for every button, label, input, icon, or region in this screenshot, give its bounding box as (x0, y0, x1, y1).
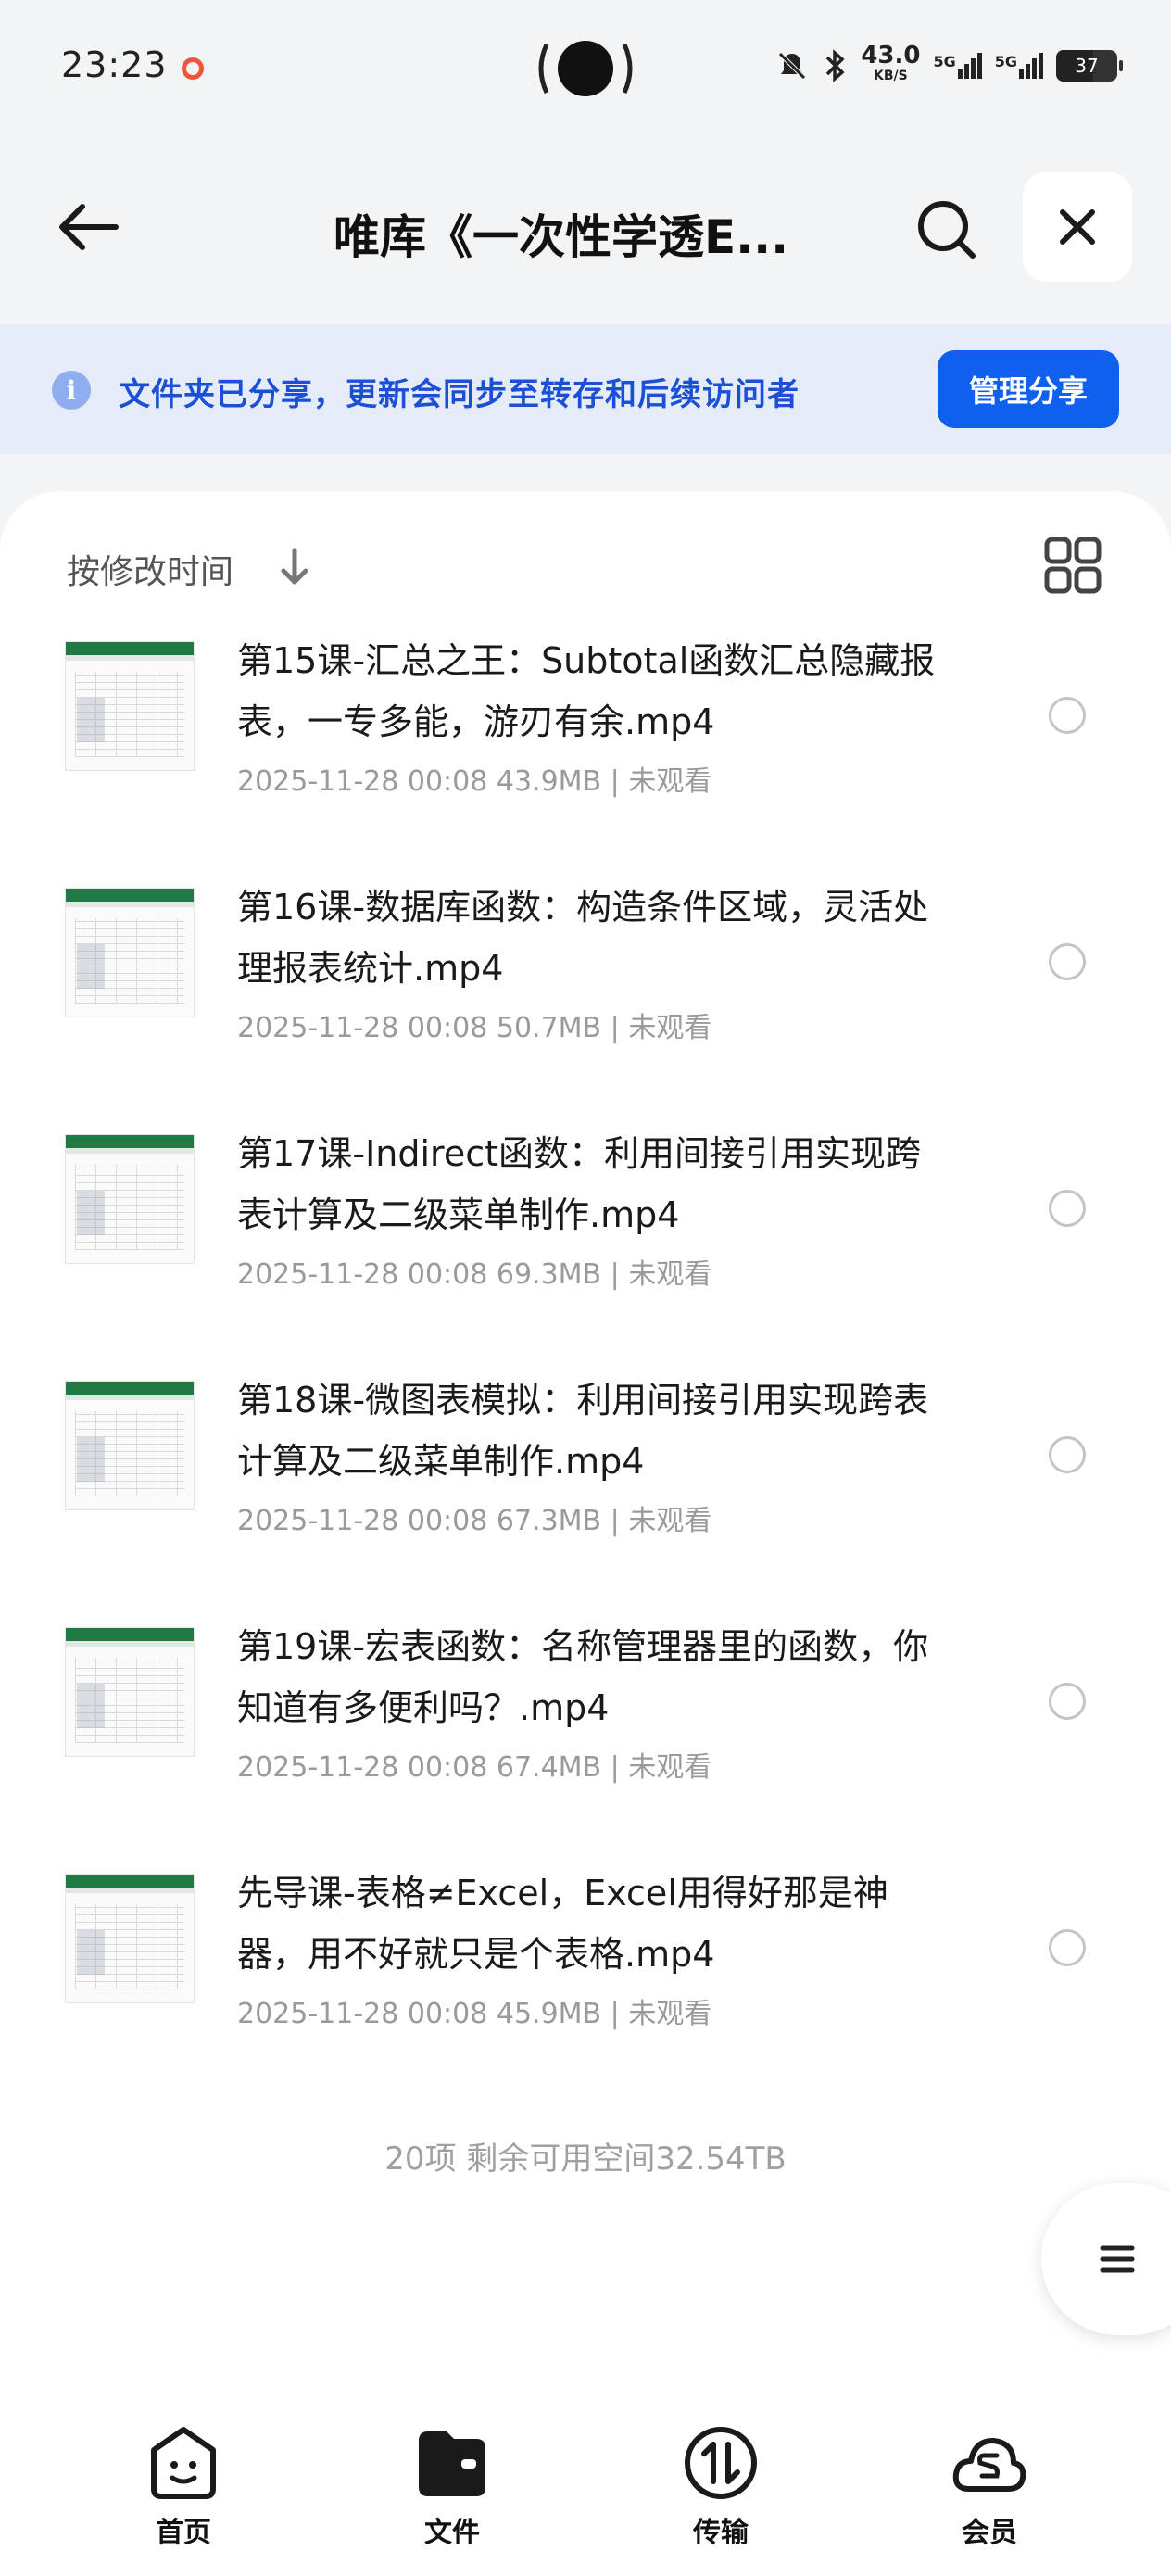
screen-record-icon (182, 57, 204, 80)
search-button[interactable] (908, 191, 986, 269)
video-thumbnail (65, 1874, 195, 2003)
file-item-6[interactable]: 先导课-表格≠Excel，Excel用得好那是神器，用不好就只是个表格.mp4 … (0, 1853, 1171, 2066)
file-name: 先导课-表格≠Excel，Excel用得好那是神器，用不好就只是个表格.mp4 (237, 1873, 888, 1975)
home-face-icon (151, 2427, 216, 2499)
speed-value: 43.0 (861, 42, 921, 69)
folder-icon (419, 2431, 485, 2496)
file-item-2[interactable]: 第16课-数据库函数：构造条件区域，灵活处理报表统计.mp4 2025-11-2… (0, 867, 1171, 1080)
select-radio[interactable] (1049, 1683, 1086, 1720)
nav-label: 文件 (424, 2517, 480, 2549)
close-icon (1060, 209, 1095, 245)
signal2-label: 5G (994, 53, 1017, 70)
status-time: 23:23 (61, 44, 168, 85)
video-thumbnail (65, 888, 195, 1017)
arrow-down-icon[interactable] (276, 545, 313, 589)
file-meta: 2025-11-28 00:08 67.3MB | 未观看 (237, 1505, 712, 1537)
select-radio[interactable] (1049, 1436, 1086, 1473)
vip-cloud-icon (952, 2438, 1026, 2492)
nav-item-vip[interactable]: 会员 (915, 2424, 1064, 2554)
close-button[interactable] (1023, 172, 1132, 282)
grid-view-icon[interactable] (1043, 536, 1102, 595)
mute-bell-icon (778, 52, 807, 80)
file-panel: 按修改时间 第15课-汇总之王：Subtotal函数汇总隐藏报表，一专多能，游刃… (0, 491, 1171, 2400)
signal-5g-2-icon: 5G (995, 53, 1043, 79)
video-thumbnail (65, 1381, 195, 1510)
file-item-4[interactable]: 第18课-微图表模拟：利用间接引用实现跨表计算及二级菜单制作.mp4 2025-… (0, 1360, 1171, 1573)
file-meta: 2025-11-28 00:08 45.9MB | 未观看 (237, 1998, 712, 2030)
network-speed: 43.0 KB/S (861, 42, 921, 86)
sort-by-modified-button[interactable]: 按修改时间 (67, 545, 233, 593)
video-thumbnail (65, 641, 195, 771)
file-meta: 2025-11-28 00:08 69.3MB | 未观看 (237, 1258, 712, 1291)
file-name: 第19课-宏表函数：名称管理器里的函数，你知道有多便利吗？.mp4 (237, 1626, 929, 1728)
file-item-3[interactable]: 第17课-Indirect函数：利用间接引用实现跨表计算及二级菜单制作.mp4 … (0, 1114, 1171, 1327)
nav-item-transfer[interactable]: 传输 (647, 2424, 795, 2554)
top-app-bar: 唯库《一次性学透E... (0, 167, 1171, 287)
camera-cutout-icon (538, 41, 633, 96)
status-icons: 43.0 KB/S 5G 5G 37 (775, 42, 1123, 89)
share-info-banner: i 文件夹已分享，更新会同步至转存和后续访问者 管理分享 (0, 324, 1171, 454)
signal-5g-1-icon: 5G (933, 53, 982, 79)
nav-label: 会员 (962, 2517, 1017, 2549)
file-name: 第15课-汇总之王：Subtotal函数汇总隐藏报表，一专多能，游刃有余.mp4 (237, 640, 936, 742)
banner-text: 文件夹已分享，更新会同步至转存和后续访问者 (119, 376, 800, 413)
menu-icon (1100, 2245, 1135, 2273)
file-item-5[interactable]: 第19课-宏表函数：名称管理器里的函数，你知道有多便利吗？.mp4 2025-1… (0, 1607, 1171, 1820)
select-radio[interactable] (1049, 697, 1086, 734)
video-thumbnail (65, 1134, 195, 1264)
file-meta: 2025-11-28 00:08 50.7MB | 未观看 (237, 1012, 712, 1044)
nav-item-files[interactable]: 文件 (378, 2424, 526, 2554)
nav-label: 首页 (156, 2517, 211, 2549)
speed-unit: KB/S (874, 69, 908, 83)
file-name: 第18课-微图表模拟：利用间接引用实现跨表计算及二级菜单制作.mp4 (237, 1380, 929, 1482)
storage-summary: 20项 剩余可用空间32.54TB (384, 2140, 787, 2178)
video-thumbnail (65, 1627, 195, 1757)
file-item-1[interactable]: 第15课-汇总之王：Subtotal函数汇总隐藏报表，一专多能，游刃有余.mp4… (0, 621, 1171, 834)
status-bar: 23:23 43.0 KB/S 5G 5G 37 (0, 0, 1171, 139)
arrow-left-icon (59, 204, 119, 250)
back-button[interactable] (52, 195, 122, 259)
signal1-label: 5G (933, 53, 956, 70)
transfer-icon (685, 2427, 757, 2499)
search-icon (918, 201, 976, 259)
nav-item-home[interactable]: 首页 (109, 2424, 258, 2554)
file-name: 第16课-数据库函数：构造条件区域，灵活处理报表统计.mp4 (237, 887, 929, 989)
select-radio[interactable] (1049, 1929, 1086, 1966)
file-meta: 2025-11-28 00:08 43.9MB | 未观看 (237, 765, 712, 798)
info-icon: i (52, 371, 91, 410)
file-meta: 2025-11-28 00:08 67.4MB | 未观看 (237, 1751, 712, 1784)
page-title: 唯库《一次性学透E... (334, 210, 789, 264)
bottom-navigation: 首页 文件 传输 会员 (0, 2400, 1171, 2576)
file-name: 第17课-Indirect函数：利用间接引用实现跨表计算及二级菜单制作.mp4 (237, 1133, 921, 1235)
battery-icon: 37 (1056, 50, 1123, 82)
battery-level: 37 (1075, 55, 1099, 77)
select-radio[interactable] (1049, 1190, 1086, 1227)
manage-share-button[interactable]: 管理分享 (938, 350, 1119, 428)
select-radio[interactable] (1049, 943, 1086, 980)
bluetooth-icon (826, 49, 845, 82)
nav-label: 传输 (693, 2517, 749, 2549)
